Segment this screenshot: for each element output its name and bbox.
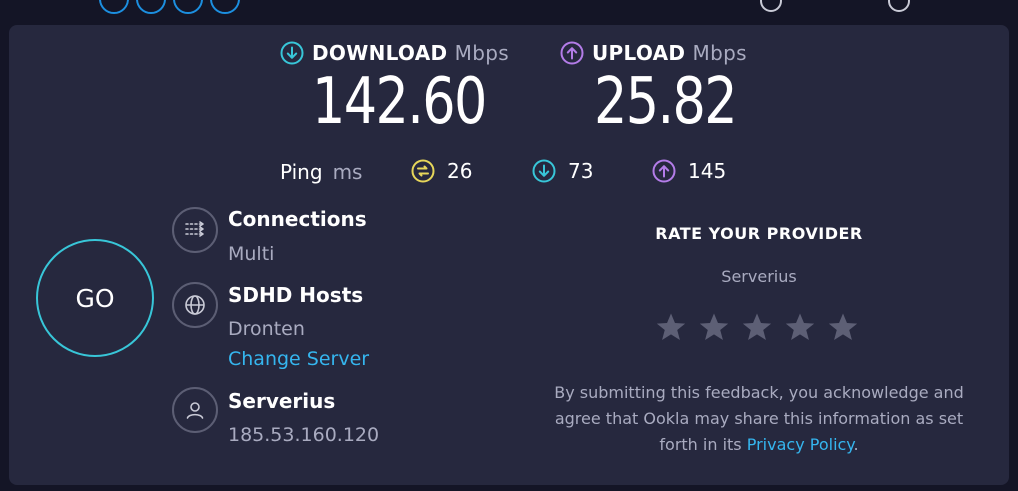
nav-circle-icon[interactable] (173, 0, 203, 14)
nav-circle-icon[interactable] (99, 0, 129, 14)
gear-icon (888, 0, 910, 12)
nav-circle-icon[interactable] (210, 0, 240, 14)
settings-nav-link[interactable] (888, 0, 916, 12)
ping-icon (411, 159, 435, 183)
change-server-link[interactable]: Change Server (228, 348, 369, 370)
ping-idle: 26 (411, 159, 472, 183)
upload-label: UPLOAD (592, 41, 686, 65)
ping-idle-value: 26 (447, 159, 473, 183)
rate-provider-title: RATE YOUR PROVIDER (655, 224, 863, 243)
download-arrow-icon (280, 41, 304, 64)
star-icon[interactable] (697, 310, 731, 344)
go-button[interactable]: GO (36, 239, 154, 357)
nav-circle-icon[interactable] (136, 0, 166, 14)
star-icon[interactable] (783, 310, 817, 344)
ping-text: Ping (280, 160, 323, 184)
connections-value: Multi (228, 243, 275, 265)
download-unit: Mbps (454, 41, 509, 65)
provider-name: Serverius (228, 389, 336, 413)
download-arrow-icon (532, 159, 556, 183)
star-icon[interactable] (740, 310, 774, 344)
results-nav-link[interactable] (760, 0, 788, 12)
ping-download: 73 (532, 159, 593, 183)
star-icon[interactable] (654, 310, 688, 344)
rate-provider-name: Serverius (721, 267, 797, 286)
ping-download-value: 73 (568, 159, 594, 183)
provider-ip: 185.53.160.120 (228, 424, 380, 446)
feedback-disclaimer: By submitting this feedback, you acknowl… (537, 380, 981, 458)
ping-upload: 145 (652, 159, 726, 183)
result-card: DOWNLOAD Mbps 142.60 UPLOAD Mbps 25.82 P… (9, 25, 1009, 485)
results-icon (760, 0, 782, 12)
ping-upload-value: 145 (688, 159, 727, 183)
privacy-policy-link[interactable]: Privacy Policy (747, 435, 854, 454)
upload-header: UPLOAD Mbps (560, 41, 747, 67)
top-status-text: · · · · · · (478, 0, 527, 4)
upload-value: 25.82 (594, 65, 738, 139)
user-icon (172, 387, 218, 433)
rating-stars (654, 310, 860, 344)
download-label: DOWNLOAD (312, 41, 448, 65)
ping-unit: ms (332, 160, 363, 184)
globe-icon (172, 282, 218, 328)
download-header: DOWNLOAD Mbps (280, 41, 509, 67)
upload-arrow-icon (652, 159, 676, 183)
star-icon[interactable] (826, 310, 860, 344)
top-nav: · · · · · · (0, 0, 1018, 14)
upload-unit: Mbps (692, 41, 747, 65)
disclaimer-end: . (853, 435, 859, 454)
server-title: SDHD Hosts (228, 283, 364, 307)
ping-label: Ping ms (280, 160, 362, 184)
connections-icon (172, 207, 218, 253)
download-value: 142.60 (312, 65, 487, 139)
connections-title: Connections (228, 207, 367, 231)
upload-arrow-icon (560, 41, 584, 64)
server-location: Dronten (228, 318, 305, 340)
